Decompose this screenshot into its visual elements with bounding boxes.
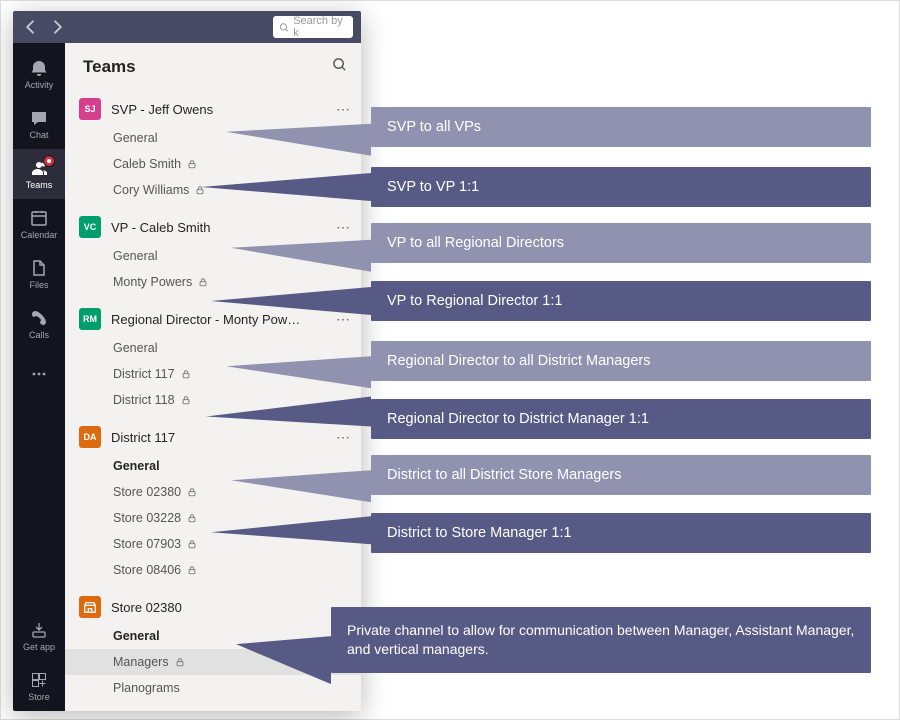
channel-name: Monty Powers bbox=[113, 275, 192, 289]
channel-name: Managers bbox=[113, 655, 169, 669]
calendar-icon bbox=[30, 209, 48, 227]
callout-text: VP to all Regional Directors bbox=[387, 235, 564, 251]
search-icon bbox=[279, 22, 289, 33]
lock-icon bbox=[187, 565, 197, 575]
channel-name: General bbox=[113, 341, 157, 355]
activity-icon bbox=[30, 59, 48, 77]
team-name: SVP - Jeff Owens bbox=[111, 102, 326, 117]
rail-label: Activity bbox=[25, 80, 54, 90]
team-name: Store 02380 bbox=[111, 600, 326, 615]
team-header[interactable]: VC VP - Caleb Smith ⋯ bbox=[65, 211, 361, 243]
channel-name: Store 02380 bbox=[113, 485, 181, 499]
team-avatar: VC bbox=[79, 216, 101, 238]
panel-title: Teams bbox=[83, 57, 136, 77]
lock-icon bbox=[198, 277, 208, 287]
channel-name: Store 03228 bbox=[113, 511, 181, 525]
rail-label: Get app bbox=[23, 642, 55, 652]
channel-name: Cory Williams bbox=[113, 183, 189, 197]
callout-text: District to all District Store Managers bbox=[387, 467, 621, 483]
annotation-callout: Regional Director to all District Manage… bbox=[371, 341, 871, 381]
rail-label: Chat bbox=[29, 130, 48, 140]
rail-label: Calls bbox=[29, 330, 49, 340]
nav-back-button[interactable] bbox=[21, 17, 41, 37]
rail-label: Files bbox=[29, 280, 48, 290]
search-input[interactable]: Search by k bbox=[273, 16, 353, 38]
annotation-callout: Private channel to allow for communicati… bbox=[331, 607, 871, 673]
channel-name: General bbox=[113, 131, 157, 145]
team-more-button[interactable]: ⋯ bbox=[336, 101, 351, 118]
callout-text: Regional Director to District Manager 1:… bbox=[387, 411, 649, 427]
getapp-icon bbox=[30, 621, 48, 639]
annotation-callout: Regional Director to District Manager 1:… bbox=[371, 399, 871, 439]
channel-name: Store 07903 bbox=[113, 537, 181, 551]
rail-label: Store bbox=[28, 692, 50, 702]
lock-icon bbox=[187, 513, 197, 523]
team-header[interactable]: SJ SVP - Jeff Owens ⋯ bbox=[65, 93, 361, 125]
annotation-callout: SVP to VP 1:1 bbox=[371, 167, 871, 207]
filter-icon[interactable] bbox=[332, 57, 347, 77]
team-more-button[interactable]: ⋯ bbox=[336, 429, 351, 446]
channel-name: Store 08406 bbox=[113, 563, 181, 577]
callout-text: Private channel to allow for communicati… bbox=[347, 621, 855, 659]
channel-name: General bbox=[113, 629, 160, 643]
annotation-callout: VP to all Regional Directors bbox=[371, 223, 871, 263]
rail-more[interactable] bbox=[13, 349, 65, 399]
nav-forward-button[interactable] bbox=[47, 17, 67, 37]
rail-calendar[interactable]: Calendar bbox=[13, 199, 65, 249]
store-icon bbox=[79, 596, 101, 618]
channel-name: General bbox=[113, 459, 160, 473]
callout-text: VP to Regional Director 1:1 bbox=[387, 293, 562, 309]
lock-icon bbox=[187, 487, 197, 497]
rail-store[interactable]: Store bbox=[13, 661, 65, 711]
annotation-callout: District to all District Store Managers bbox=[371, 455, 871, 495]
lock-icon bbox=[187, 539, 197, 549]
rail-files[interactable]: Files bbox=[13, 249, 65, 299]
callout-text: District to Store Manager 1:1 bbox=[387, 525, 572, 541]
annotation-callout: VP to Regional Director 1:1 bbox=[371, 281, 871, 321]
rail-label: Calendar bbox=[21, 230, 58, 240]
team-name: District 117 bbox=[111, 430, 326, 445]
channel-name: District 118 bbox=[113, 393, 175, 407]
chat-icon bbox=[30, 109, 48, 127]
rail-calls[interactable]: Calls bbox=[13, 299, 65, 349]
team: DA District 117 ⋯ General Store 02380 Store 0… bbox=[65, 419, 361, 589]
rail-getapp[interactable]: Get app bbox=[13, 611, 65, 661]
team-name: VP - Caleb Smith bbox=[111, 220, 326, 235]
lock-icon bbox=[181, 395, 191, 405]
rail-chat[interactable]: Chat bbox=[13, 99, 65, 149]
more-icon bbox=[30, 365, 48, 383]
files-icon bbox=[30, 259, 48, 277]
channel-item[interactable]: Store 08406 bbox=[65, 557, 361, 583]
rail-teams[interactable]: Teams bbox=[13, 149, 65, 199]
callout-text: SVP to all VPs bbox=[387, 119, 481, 135]
callout-text: Regional Director to all District Manage… bbox=[387, 353, 651, 369]
channel-name: Planograms bbox=[113, 681, 180, 695]
store-icon bbox=[30, 671, 48, 689]
titlebar: Search by k bbox=[13, 11, 361, 43]
lock-icon bbox=[187, 159, 197, 169]
annotation-callout: SVP to all VPs bbox=[371, 107, 871, 147]
team-avatar: SJ bbox=[79, 98, 101, 120]
app-rail: Activity Chat Teams Calendar Files Calls Get a… bbox=[13, 43, 65, 711]
channel-name: General bbox=[113, 249, 157, 263]
team-avatar: DA bbox=[79, 426, 101, 448]
annotation-callout: District to Store Manager 1:1 bbox=[371, 513, 871, 553]
search-placeholder: Search by k bbox=[293, 15, 347, 39]
notification-badge bbox=[43, 155, 55, 167]
team-more-button[interactable]: ⋯ bbox=[336, 219, 351, 236]
calls-icon bbox=[30, 309, 48, 327]
channel-name: Caleb Smith bbox=[113, 157, 181, 171]
lock-icon bbox=[181, 369, 191, 379]
rail-activity[interactable]: Activity bbox=[13, 49, 65, 99]
team-header[interactable]: Store 02380⋯ bbox=[65, 591, 361, 623]
team-avatar: RM bbox=[79, 308, 101, 330]
lock-icon bbox=[175, 657, 185, 667]
rail-label: Teams bbox=[26, 180, 53, 190]
channel-name: District 117 bbox=[113, 367, 175, 381]
callout-text: SVP to VP 1:1 bbox=[387, 179, 479, 195]
